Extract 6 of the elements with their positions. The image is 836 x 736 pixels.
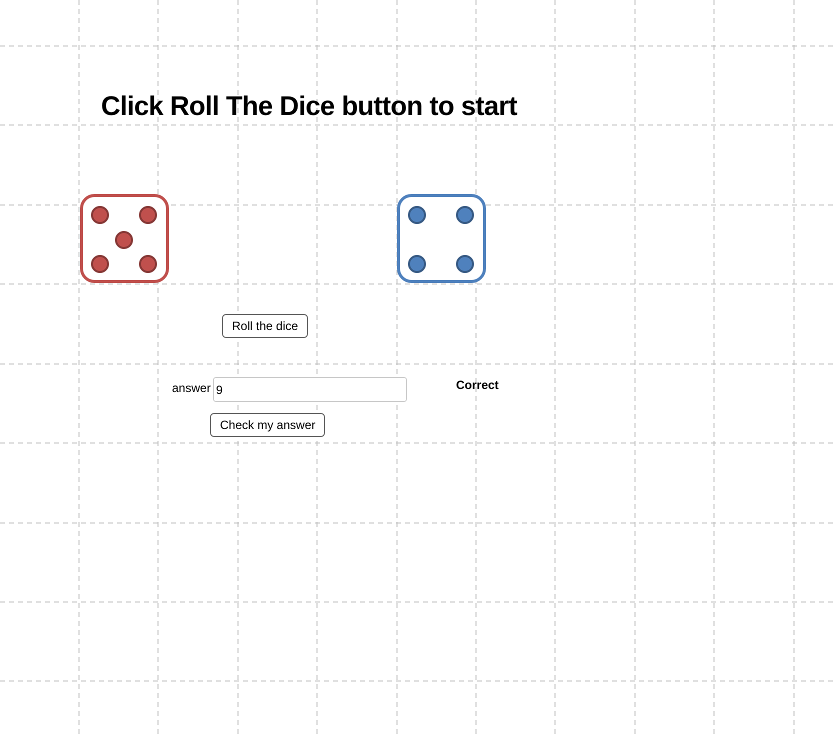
answer-label: answer (172, 381, 211, 395)
page-title: Click Roll The Dice button to start (101, 91, 518, 122)
result-text: Correct (456, 378, 499, 392)
check-answer-button[interactable]: Check my answer (210, 413, 326, 437)
answer-field[interactable]: 9 (213, 377, 407, 402)
roll-dice-button[interactable]: Roll the dice (222, 314, 308, 338)
